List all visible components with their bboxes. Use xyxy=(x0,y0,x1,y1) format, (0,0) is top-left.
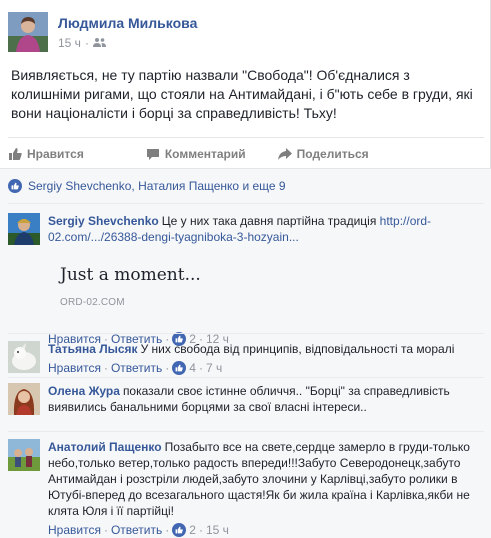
post-meta: Людмила Милькова 15 ч · xyxy=(58,12,197,52)
comment-action-label: Комментарий xyxy=(164,146,246,161)
link-preview-domain: ORD-02.COM xyxy=(60,297,125,308)
divider xyxy=(8,431,484,432)
commenter-name[interactable]: Татьяна Лысяк xyxy=(48,342,138,356)
commenter-avatar[interactable] xyxy=(8,213,40,245)
comment-reply-link[interactable]: Ответить xyxy=(111,522,162,538)
like-badge-icon xyxy=(8,179,22,193)
comment-item: Анатолий Пащенко Позабыто все на свете,се… xyxy=(8,439,486,538)
post-time-row: 15 ч · xyxy=(58,36,197,50)
likes-summary[interactable]: Sergiy Shevchenko, Наталия Пащенко и еще… xyxy=(8,179,286,193)
share-action-button[interactable]: Поделиться xyxy=(277,146,369,161)
likes-summary-text[interactable]: Sergiy Shevchenko, Наталия Пащенко и еще… xyxy=(28,179,286,193)
commenter-name[interactable]: Олена Жура xyxy=(48,384,120,398)
dot-separator: · xyxy=(198,361,203,375)
share-icon xyxy=(277,147,292,160)
comment-icon xyxy=(146,148,159,160)
dot-separator: · xyxy=(103,361,108,375)
like-badge-icon[interactable] xyxy=(172,361,187,375)
comment-body: Sergiy Shevchenko Це у них така давня пар… xyxy=(48,213,478,347)
commenter-avatar[interactable] xyxy=(8,383,40,415)
comment-body: Анатолий Пащенко Позабыто все на свете,се… xyxy=(48,439,478,538)
post-timestamp[interactable]: 15 ч xyxy=(58,36,81,50)
comment-timestamp[interactable]: 7 ч xyxy=(206,360,222,376)
link-preview-title[interactable]: Just a moment... xyxy=(60,267,478,284)
link-preview[interactable]: Just a moment... ORD-02.COM xyxy=(60,267,478,311)
post-author-name[interactable]: Людмила Милькова xyxy=(58,14,197,32)
comment-like-count[interactable]: 4 xyxy=(189,360,196,376)
like-badge-icon[interactable] xyxy=(172,523,187,537)
comment-item: Sergiy Shevchenko Це у них така давня пар… xyxy=(8,213,486,347)
commenter-name[interactable]: Sergiy Shevchenko xyxy=(48,214,159,228)
post-card: Людмила Милькова 15 ч · Виявляється, не … xyxy=(0,0,491,538)
like-action-label: Нравится xyxy=(27,146,84,161)
commenter-avatar[interactable] xyxy=(8,341,40,373)
author-avatar[interactable] xyxy=(8,12,48,52)
commenter-name[interactable]: Анатолий Пащенко xyxy=(48,440,162,454)
dot-separator: · xyxy=(84,36,89,50)
comment-reply-link[interactable]: Ответить xyxy=(111,360,162,376)
dot-separator: · xyxy=(198,523,203,537)
share-action-label: Поделиться xyxy=(296,146,369,161)
comments-section: Sergiy Shevchenko, Наталия Пащенко и еще… xyxy=(0,168,491,538)
comment-like-link[interactable]: Нравится xyxy=(48,360,101,376)
comment-text: У них свобода від принципів, відповідаль… xyxy=(140,342,455,356)
divider xyxy=(8,333,484,334)
dot-separator: · xyxy=(103,523,108,537)
friends-icon[interactable] xyxy=(92,36,106,50)
comment-like-count[interactable]: 2 xyxy=(189,522,196,538)
divider xyxy=(8,203,484,204)
post-actions: Нравится Комментарий Поделиться xyxy=(8,137,484,165)
comment-footer: Нравится · Ответить · 4 · 7 ч xyxy=(48,360,478,376)
thumbs-up-icon xyxy=(9,147,22,160)
commenter-avatar[interactable] xyxy=(8,439,40,471)
comment-item: Олена Жура показали своє істинне обличчя.… xyxy=(8,383,486,415)
comment-timestamp[interactable]: 15 ч xyxy=(206,522,229,538)
dot-separator: · xyxy=(165,523,170,537)
comment-footer: Нравится · Ответить · 2 · 15 ч xyxy=(48,522,478,538)
comment-like-link[interactable]: Нравится xyxy=(48,522,101,538)
post-header: Людмила Милькова 15 ч · xyxy=(8,12,197,52)
like-action-button[interactable]: Нравится xyxy=(8,147,84,161)
comment-body: Олена Жура показали своє істинне обличчя.… xyxy=(48,383,478,415)
post-body-text: Виявляється, не ту партію назвали "Свобо… xyxy=(11,67,473,121)
divider xyxy=(8,377,484,378)
dot-separator: · xyxy=(165,361,170,375)
comment-text: Це у них така давня партійна традиція xyxy=(161,214,380,228)
comment-body: Татьяна Лысяк У них свобода від принципів… xyxy=(48,341,478,376)
comment-item: Татьяна Лысяк У них свобода від принципів… xyxy=(8,341,486,376)
comment-action-button[interactable]: Комментарий xyxy=(146,147,246,161)
